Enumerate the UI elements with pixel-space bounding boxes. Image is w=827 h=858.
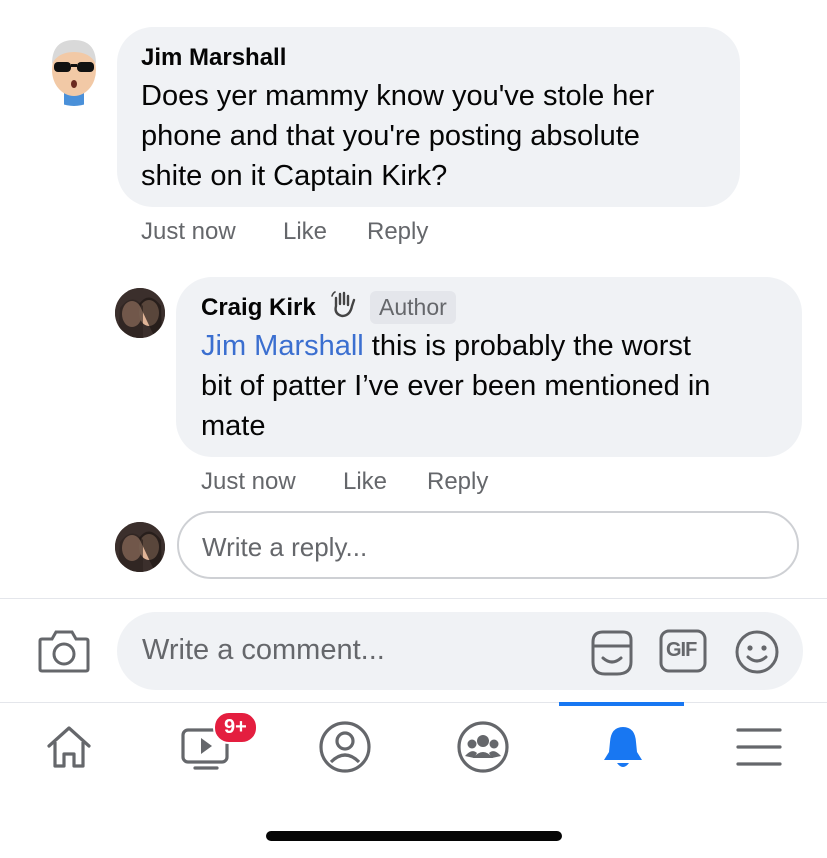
gif-icon[interactable]: GIF [659,629,707,673]
comment-timestamp: Just now [141,218,236,245]
home-indicator[interactable] [266,831,562,841]
comment-text-line: phone and that you're posting absolute [141,120,640,152]
video-notification-badge: 9+ [213,711,258,744]
nav-divider [0,702,827,703]
notifications-bell-icon[interactable] [598,722,648,772]
jim-marshall-avatar[interactable] [38,34,110,106]
reply-author-name[interactable]: Craig Kirk [201,294,316,322]
active-tab-indicator [559,702,684,706]
reply-like-button[interactable]: Like [343,468,387,496]
comment-text-line: shite on it Captain Kirk? [141,160,448,192]
profile-icon[interactable] [318,720,372,774]
comment-input[interactable]: Write a comment... GIF [117,612,803,690]
craig-kirk-avatar[interactable] [115,288,165,338]
waving-hand-icon [330,290,356,318]
comment-author-name[interactable]: Jim Marshall [141,44,286,72]
comment-reply-button[interactable]: Reply [367,218,428,246]
current-user-avatar [115,522,165,572]
reply-input[interactable]: Write a reply... [177,511,799,579]
divider [0,598,827,599]
author-badge: Author [370,291,456,324]
reply-timestamp: Just now [201,468,296,495]
camera-icon[interactable] [38,627,90,673]
home-icon[interactable] [44,722,94,772]
gif-label: GIF [666,639,697,661]
reply-input-placeholder: Write a reply... [202,532,368,562]
menu-icon[interactable] [736,726,782,768]
reply-text-line: Jim Marshall this is probably the worst [201,330,691,362]
comment-input-placeholder: Write a comment... [142,634,385,666]
reply-text-line: bit of patter I’ve ever been mentioned i… [201,370,711,402]
comment-like-button[interactable]: Like [283,218,327,246]
mention-link[interactable]: Jim Marshall [201,330,364,362]
emoji-icon[interactable] [734,629,780,675]
reply-text-line: mate [201,410,266,442]
reply-reply-button[interactable]: Reply [427,468,488,496]
comment-text-line: Does yer mammy know you've stole her [141,80,655,112]
reply-text: Jim Marshall this is probably the worst … [201,326,791,446]
groups-icon[interactable] [456,720,510,774]
avatar-sticker-icon[interactable] [585,628,635,678]
comment-text: Does yer mammy know you've stole her pho… [141,76,731,196]
